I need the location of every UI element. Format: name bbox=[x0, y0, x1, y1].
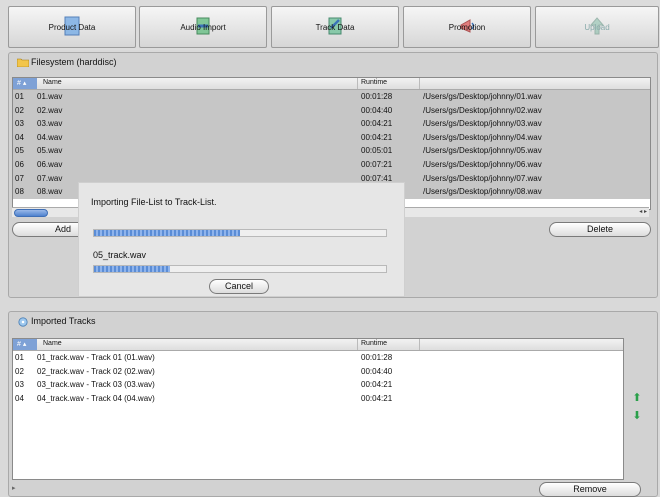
cell-name: 03.wav bbox=[37, 119, 63, 129]
cell-path: /Users/gs/Desktop/johnny/04.wav bbox=[423, 132, 542, 142]
cell-path: /Users/gs/Desktop/johnny/08.wav bbox=[423, 187, 542, 197]
promotion-button[interactable]: Promotion bbox=[403, 6, 531, 48]
cell-name: 02.wav bbox=[37, 105, 63, 115]
upload-button[interactable]: Upload bbox=[535, 6, 659, 48]
column-name[interactable]: Name bbox=[43, 340, 62, 347]
hscroll-thumb[interactable] bbox=[14, 209, 48, 217]
file-progress-fill bbox=[94, 266, 170, 272]
overall-progress-bar bbox=[93, 229, 387, 237]
cell-path: /Users/gs/Desktop/johnny/07.wav bbox=[423, 173, 542, 183]
filesystem-title: Filesystem (harddisc) bbox=[31, 57, 117, 67]
cell-runtime: 00:04:21 bbox=[361, 380, 393, 390]
main-toolbar: Product Data Audio Import Track Data Pro… bbox=[0, 0, 660, 50]
table-row[interactable]: 01 01_track.wav - Track 01 (01.wav) 00:01:… bbox=[13, 351, 623, 365]
cell-name: 01_track.wav - Track 01 (01.wav) bbox=[37, 353, 155, 362]
cell-num: 04 bbox=[15, 393, 24, 403]
product-data-button[interactable]: Product Data bbox=[8, 6, 136, 48]
current-file-label: 05_track.wav bbox=[93, 250, 147, 260]
table-row[interactable]: 03 03_track.wav - Track 03 (03.wav) 00:04:… bbox=[13, 378, 623, 392]
cell-runtime: 00:05:01 bbox=[361, 146, 393, 156]
filesystem-table-header: # ▴ Name Runtime bbox=[13, 78, 650, 90]
imported-table-header: # ▴ Name Runtime bbox=[13, 339, 623, 351]
cell-runtime: 00:04:21 bbox=[361, 119, 393, 129]
cell-name: 03_track.wav - Track 03 (03.wav) bbox=[37, 380, 155, 390]
cell-path: /Users/gs/Desktop/johnny/05.wav bbox=[423, 146, 542, 156]
table-row[interactable]: 04 04_track.wav - Track 04 (04.wav) 00:04:… bbox=[13, 392, 623, 406]
cell-runtime: 00:04:40 bbox=[361, 366, 393, 376]
cell-name: 04.wav bbox=[37, 132, 63, 142]
column-name[interactable]: Name bbox=[43, 79, 62, 86]
promotion-label: Promotion bbox=[448, 22, 486, 32]
column-runtime[interactable]: Runtime bbox=[361, 79, 387, 86]
import-progress-dialog: Importing File-List to Track-List. 05_tr… bbox=[79, 183, 404, 296]
cell-name: 01.wav bbox=[37, 92, 63, 101]
table-row[interactable]: 02 02.wav 00:04:40/Users/gs/Desktop/johnny… bbox=[13, 103, 650, 118]
cell-path: /Users/gs/Desktop/johnny/01.wav bbox=[423, 92, 542, 101]
cell-path: /Users/gs/Desktop/johnny/02.wav bbox=[423, 105, 542, 115]
cell-runtime: 00:04:40 bbox=[361, 105, 393, 115]
cell-num: 03 bbox=[15, 119, 24, 129]
cell-num: 05 bbox=[15, 146, 24, 156]
table-row[interactable]: 05 05.wav 00:05:01/Users/gs/Desktop/johnny… bbox=[13, 144, 650, 158]
cell-runtime: 00:07:41 bbox=[361, 173, 393, 183]
cell-num: 07 bbox=[15, 173, 24, 183]
table-row[interactable]: 04 04.wav 00:04:21/Users/gs/Desktop/johnny… bbox=[13, 130, 650, 145]
move-down-icon[interactable]: ⬇ bbox=[631, 410, 643, 422]
cell-path: /Users/gs/Desktop/johnny/03.wav bbox=[423, 119, 542, 129]
sort-column-num[interactable]: # ▴ bbox=[13, 339, 37, 350]
table-row[interactable]: 01 01.wav 00:01:28/Users/gs/Desktop/johnny… bbox=[13, 90, 650, 104]
audio-import-label: Audio Import bbox=[180, 22, 226, 32]
column-runtime[interactable]: Runtime bbox=[361, 340, 387, 347]
remove-button[interactable]: Remove bbox=[539, 482, 641, 497]
cell-name: 04_track.wav - Track 04 (04.wav) bbox=[37, 393, 155, 403]
move-up-icon[interactable]: ⬆ bbox=[631, 392, 643, 404]
cell-num: 02 bbox=[15, 105, 24, 115]
cell-num: 02 bbox=[15, 366, 24, 376]
imported-tracks-title: Imported Tracks bbox=[31, 316, 96, 326]
expand-icon[interactable]: ▸ bbox=[12, 484, 22, 494]
cell-runtime: 00:04:21 bbox=[361, 393, 393, 403]
cell-name: 02_track.wav - Track 02 (02.wav) bbox=[37, 366, 155, 376]
cell-name: 06.wav bbox=[37, 159, 63, 169]
cell-path: /Users/gs/Desktop/johnny/06.wav bbox=[423, 159, 542, 169]
cancel-button[interactable]: Cancel bbox=[209, 279, 269, 294]
folder-icon bbox=[17, 58, 29, 67]
cell-runtime: 00:01:28 bbox=[361, 92, 393, 101]
upload-label: Upload bbox=[584, 22, 610, 32]
cell-num: 08 bbox=[15, 187, 24, 197]
cell-runtime: 00:07:21 bbox=[361, 159, 393, 169]
product-data-label: Product Data bbox=[48, 22, 96, 32]
track-data-button[interactable]: Track Data bbox=[271, 6, 399, 48]
delete-button[interactable]: Delete bbox=[549, 222, 651, 237]
imported-tracks-pane: Imported Tracks # ▴ Name Runtime 01 01_tr… bbox=[8, 311, 658, 497]
file-progress-bar bbox=[93, 265, 387, 273]
track-data-label: Track Data bbox=[315, 22, 355, 32]
imported-tracks-table[interactable]: # ▴ Name Runtime 01 01_track.wav - Track … bbox=[12, 338, 624, 480]
table-row[interactable]: 02 02_track.wav - Track 02 (02.wav) 00:04:… bbox=[13, 365, 623, 379]
cell-runtime: 00:04:21 bbox=[361, 132, 393, 142]
disc-icon bbox=[18, 317, 28, 327]
cell-num: 03 bbox=[15, 380, 24, 390]
table-row[interactable]: 06 06.wav 00:07:21/Users/gs/Desktop/johnny… bbox=[13, 157, 650, 172]
cell-name: 07.wav bbox=[37, 173, 63, 183]
dialog-message: Importing File-List to Track-List. bbox=[91, 197, 217, 207]
hscroll-arrows[interactable]: ◂ ▸ bbox=[639, 208, 647, 215]
cell-runtime: 00:01:28 bbox=[361, 353, 393, 362]
cell-num: 01 bbox=[15, 353, 24, 362]
audio-import-button[interactable]: Audio Import bbox=[139, 6, 267, 48]
cell-name: 05.wav bbox=[37, 146, 63, 156]
cell-name: 08.wav bbox=[37, 187, 63, 197]
cell-num: 01 bbox=[15, 92, 24, 101]
cell-num: 06 bbox=[15, 159, 24, 169]
overall-progress-fill bbox=[94, 230, 240, 236]
sort-column-num[interactable]: # ▴ bbox=[13, 78, 37, 89]
cell-num: 04 bbox=[15, 132, 24, 142]
table-row[interactable]: 03 03.wav 00:04:21/Users/gs/Desktop/johnny… bbox=[13, 117, 650, 131]
